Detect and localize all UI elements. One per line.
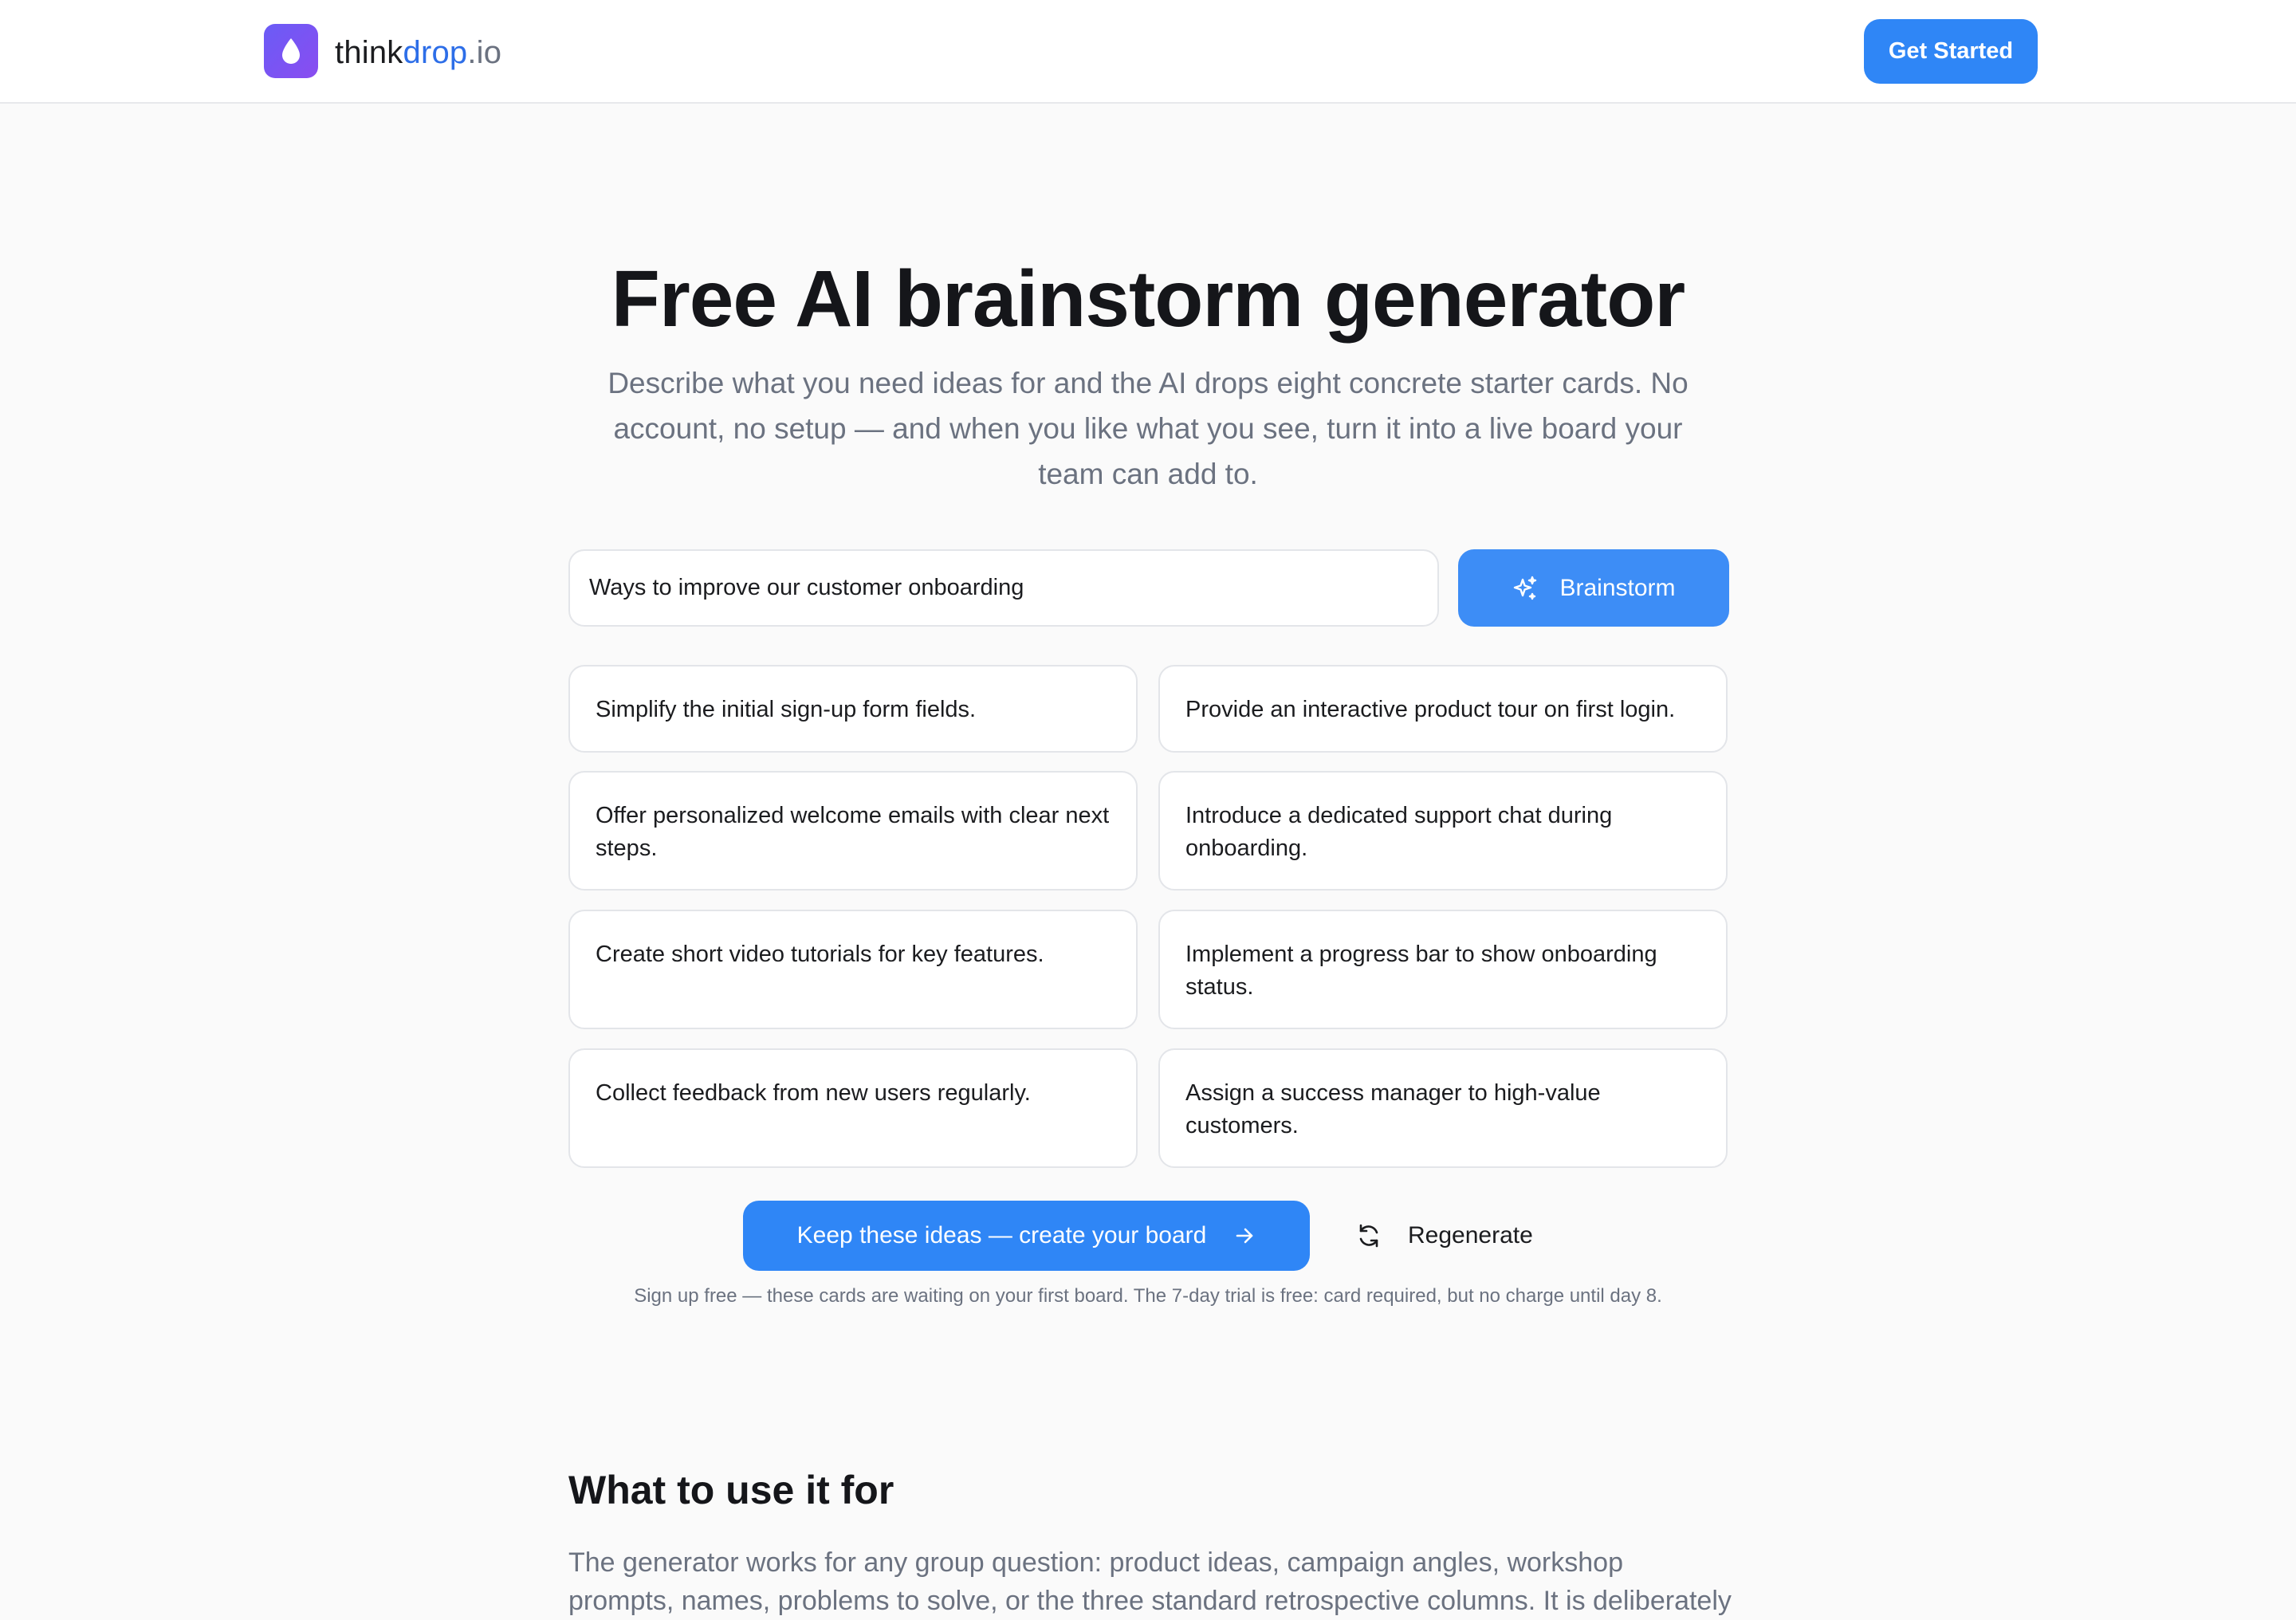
keep-ideas-button-label: Keep these ideas — create your board bbox=[796, 1222, 1207, 1248]
idea-card[interactable]: Implement a progress bar to show onboard… bbox=[1158, 910, 1728, 1029]
keep-ideas-create-board-button[interactable]: Keep these ideas — create your board bbox=[743, 1201, 1310, 1271]
brainstorm-button[interactable]: Brainstorm bbox=[1458, 549, 1729, 627]
top-navigation-bar: thinkdrop.io Get Started bbox=[0, 0, 2296, 104]
sparkles-icon bbox=[1514, 576, 1537, 600]
brainstorm-button-label: Brainstorm bbox=[1559, 574, 1676, 601]
logo-drop-text: drop bbox=[403, 35, 468, 70]
hero-subtitle: Describe what you need ideas for and the… bbox=[607, 367, 1689, 490]
idea-card[interactable]: Offer personalized welcome emails with c… bbox=[568, 771, 1138, 891]
section-heading-what-to-use-it-for: What to use it for bbox=[568, 1468, 894, 1512]
prompt-input-value: Ways to improve our customer onboarding bbox=[589, 575, 1024, 600]
brainstorm-prompt-input[interactable]: Ways to improve our customer onboarding bbox=[568, 549, 1439, 627]
idea-card[interactable]: Collect feedback from new users regularl… bbox=[568, 1048, 1138, 1168]
page-title: Free AI brainstorm generator bbox=[611, 254, 1685, 344]
section-body-text: The generator works for any group questi… bbox=[568, 1547, 1732, 1616]
idea-card[interactable]: Create short video tutorials for key fea… bbox=[568, 910, 1138, 1029]
signup-fine-print: Sign up free — these cards are waiting o… bbox=[634, 1285, 1662, 1307]
logo-mark[interactable] bbox=[264, 24, 318, 78]
idea-card[interactable]: Introduce a dedicated support chat durin… bbox=[1158, 771, 1728, 891]
regenerate-button[interactable]: Regenerate bbox=[1347, 1201, 1555, 1271]
logo-wordmark[interactable]: thinkdrop.io bbox=[335, 30, 501, 75]
droplet-icon bbox=[282, 38, 300, 64]
idea-card[interactable]: Provide an interactive product tour on f… bbox=[1158, 665, 1728, 753]
logo-think-text: think bbox=[335, 35, 403, 70]
get-started-button[interactable]: Get Started bbox=[1864, 19, 2038, 84]
idea-card[interactable]: Assign a success manager to high-value c… bbox=[1158, 1048, 1728, 1168]
idea-card[interactable]: Simplify the initial sign-up form fields… bbox=[568, 665, 1138, 753]
refresh-icon bbox=[1359, 1224, 1378, 1248]
logo-io-text: .io bbox=[467, 35, 502, 70]
arrow-right-icon bbox=[1236, 1228, 1253, 1244]
regenerate-button-label: Regenerate bbox=[1408, 1222, 1533, 1248]
